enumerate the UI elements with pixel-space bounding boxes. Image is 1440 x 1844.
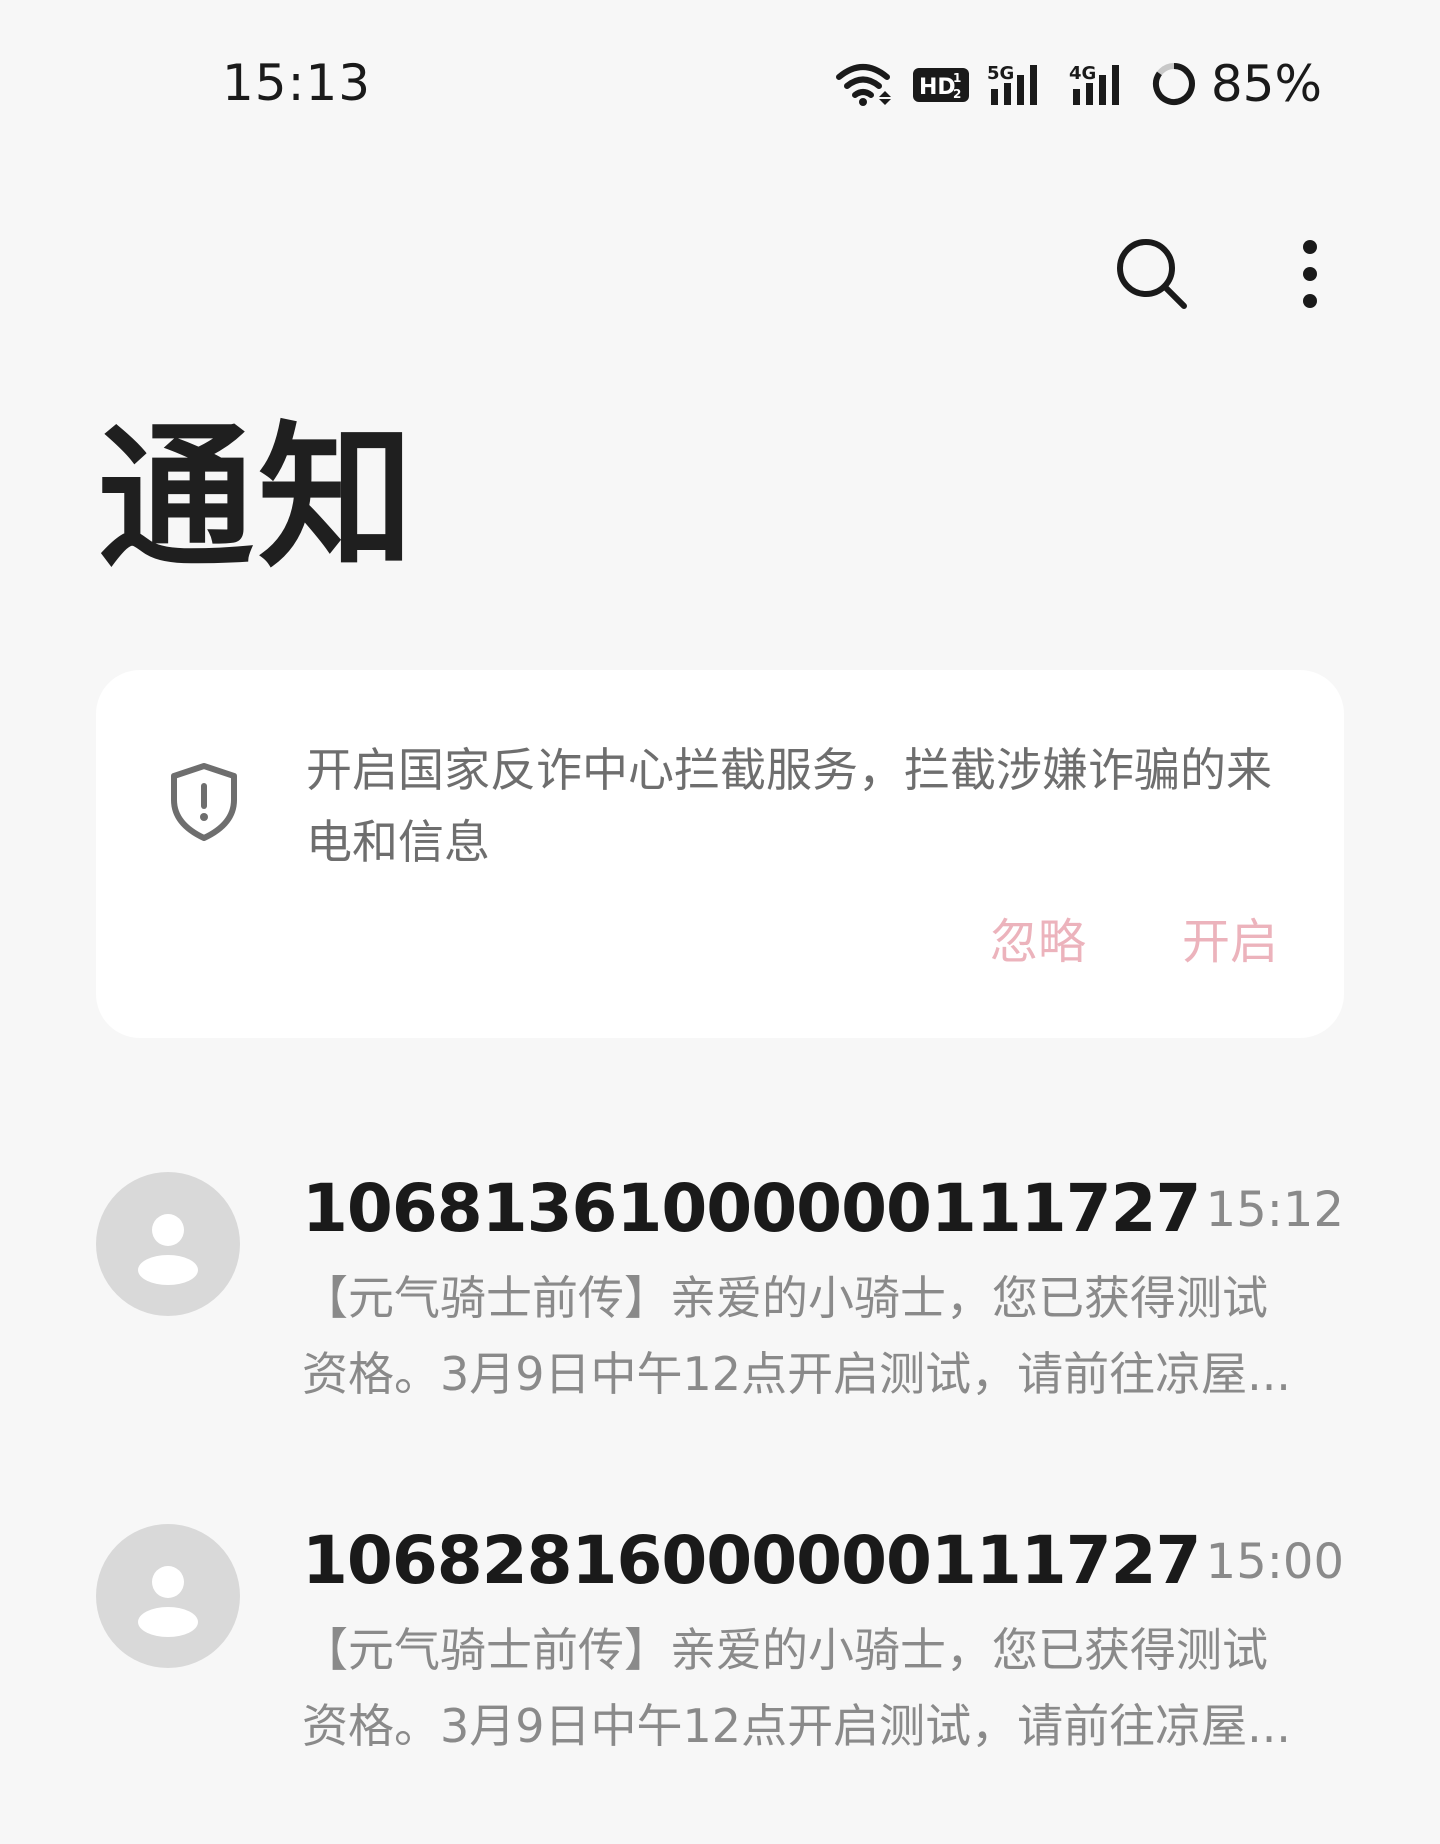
battery-ring-icon (1151, 61, 1197, 107)
signal-4g-icon: 4G (1069, 61, 1133, 107)
page-title: 通知 (98, 407, 418, 589)
avatar (96, 1524, 240, 1668)
status-bar: 15:13 HD 1 2 5G 4G 85% (0, 0, 1440, 170)
message-item[interactable]: 10681361000000111727 15:12 【元气骑士前传】亲爱的小骑… (0, 1140, 1440, 1492)
battery-percent: 85% (1210, 55, 1322, 113)
signal-5g-icon: 5G (987, 61, 1051, 107)
person-icon (138, 1214, 198, 1285)
status-time: 15:13 (222, 54, 372, 112)
message-list: 10681361000000111727 15:12 【元气骑士前传】亲爱的小骑… (0, 1140, 1440, 1844)
svg-text:1: 1 (953, 71, 961, 85)
banner-actions: 忽略 开启 (990, 902, 1278, 972)
anti-fraud-banner: 开启国家反诈中心拦截服务，拦截涉嫌诈骗的来电和信息 忽略 开启 (96, 670, 1344, 1038)
message-preview: 【元气骑士前传】亲爱的小骑士，您已获得测试资格。3月9日中午12点开启测试，请前… (302, 1271, 1291, 1401)
message-time: 15:12 (1205, 1182, 1344, 1238)
shield-alert-icon (168, 762, 240, 846)
svg-text:HD: HD (919, 75, 956, 100)
message-sender: 10682816000000111727 (302, 1522, 1201, 1599)
enable-button[interactable]: 开启 (1182, 902, 1278, 972)
person-icon (138, 1566, 198, 1637)
message-sender: 10681361000000111727 (302, 1170, 1201, 1247)
status-icons: HD 1 2 5G 4G 85% (835, 55, 1322, 113)
ignore-button[interactable]: 忽略 (990, 902, 1086, 972)
svg-text:4G: 4G (1069, 63, 1096, 84)
message-item[interactable]: 10682816000000111727 15:00 【元气骑士前传】亲爱的小骑… (0, 1492, 1440, 1844)
banner-text: 开启国家反诈中心拦截服务，拦截涉嫌诈骗的来电和信息 (306, 743, 1272, 869)
message-time: 15:00 (1205, 1534, 1344, 1590)
more-options-icon[interactable] (1300, 239, 1320, 313)
svg-text:2: 2 (953, 87, 961, 101)
message-preview: 【元气骑士前传】亲爱的小骑士，您已获得测试资格。3月9日中午12点开启测试，请前… (302, 1623, 1291, 1753)
search-icon[interactable] (1114, 236, 1190, 316)
hd-badge-icon: HD 1 2 (912, 64, 969, 104)
svg-text:5G: 5G (987, 63, 1014, 84)
wifi-icon (835, 61, 895, 107)
top-actions (1114, 236, 1320, 316)
avatar (96, 1172, 240, 1316)
